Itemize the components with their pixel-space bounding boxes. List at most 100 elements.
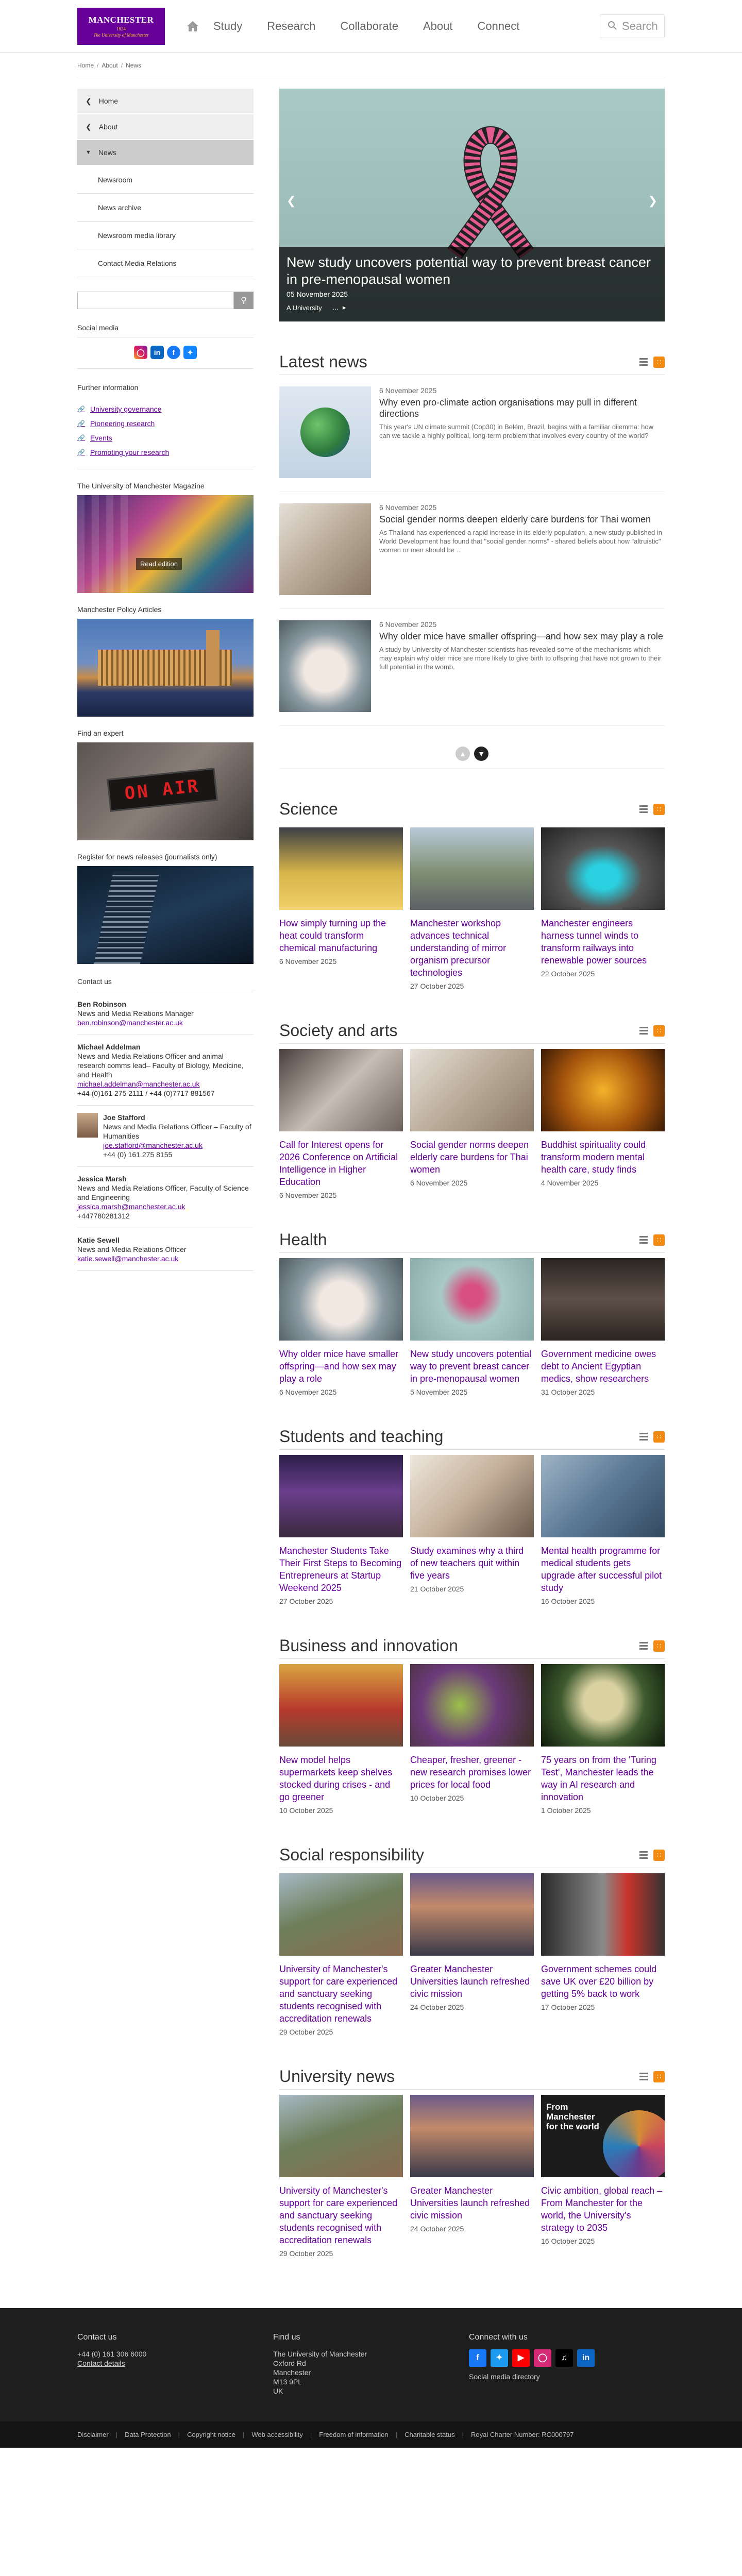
- hero-title[interactable]: New study uncovers potential way to prev…: [286, 254, 657, 288]
- hero-carousel[interactable]: ❮ ❯ New study uncovers potential way to …: [279, 89, 665, 321]
- instagram-icon[interactable]: ◯: [134, 346, 147, 359]
- promo-register-releases[interactable]: Register for news releases (journalists …: [77, 853, 254, 964]
- sidebar-sub-contact-media[interactable]: Contact Media Relations: [77, 249, 254, 277]
- news-card[interactable]: Social gender norms deepen elderly care …: [410, 1049, 534, 1199]
- news-card[interactable]: How simply turning up the heat could tra…: [279, 827, 403, 990]
- university-logo[interactable]: MANCHESTER 1824 The University of Manche…: [77, 8, 165, 45]
- promo-policy-articles[interactable]: Manchester Policy Articles: [77, 605, 254, 717]
- news-card[interactable]: University of Manchester's support for c…: [279, 2095, 403, 2258]
- card-title[interactable]: 75 years on from the 'Turing Test', Manc…: [541, 1754, 665, 1803]
- rss-icon[interactable]: ∷: [653, 1431, 665, 1443]
- social-directory-link[interactable]: Social media directory: [469, 2372, 540, 2381]
- nav-about[interactable]: About: [423, 20, 453, 33]
- card-title[interactable]: University of Manchester's support for c…: [279, 2184, 403, 2246]
- bluesky-icon[interactable]: ✦: [183, 346, 197, 359]
- card-title[interactable]: New study uncovers potential way to prev…: [410, 1348, 534, 1385]
- rss-icon[interactable]: ∷: [653, 2071, 665, 2082]
- card-title[interactable]: Greater Manchester Universities launch r…: [410, 1963, 534, 2000]
- sidebar-search-input[interactable]: [77, 292, 234, 309]
- link-governance[interactable]: 🔗 University governance: [77, 402, 254, 416]
- promo-magazine[interactable]: The University of Manchester Magazine Re…: [77, 482, 254, 593]
- card-title[interactable]: Call for Interest opens for 2026 Confere…: [279, 1139, 403, 1188]
- sidebar-sub-newsroom[interactable]: Newsroom: [77, 166, 254, 194]
- news-card[interactable]: Manchester workshop advances technical u…: [410, 827, 534, 990]
- news-card[interactable]: Buddhist spirituality could transform mo…: [541, 1049, 665, 1199]
- sidebar-sub-news-archive[interactable]: News archive: [77, 194, 254, 222]
- list-icon[interactable]: [638, 357, 649, 368]
- news-card[interactable]: Cheaper, fresher, greener - new research…: [410, 1664, 534, 1815]
- linkedin-icon[interactable]: in: [577, 2349, 595, 2367]
- list-icon[interactable]: [638, 1431, 649, 1443]
- nav-connect[interactable]: Connect: [477, 20, 519, 33]
- rss-icon[interactable]: ∷: [653, 356, 665, 368]
- list-icon[interactable]: [638, 1025, 649, 1037]
- list-icon[interactable]: [638, 1234, 649, 1246]
- card-title[interactable]: Why older mice have smaller offspring—an…: [279, 1348, 403, 1385]
- footer-contact-link[interactable]: Contact details: [77, 2359, 125, 2367]
- card-title[interactable]: Greater Manchester Universities launch r…: [410, 2184, 534, 2222]
- youtube-icon[interactable]: ▶: [512, 2349, 530, 2367]
- subfooter-charitable[interactable]: Charitable status: [404, 2431, 455, 2438]
- news-card[interactable]: Study examines why a third of new teache…: [410, 1455, 534, 1605]
- twitter-icon[interactable]: ✦: [491, 2349, 508, 2367]
- news-card[interactable]: Why older mice have smaller offspring—an…: [279, 1258, 403, 1396]
- card-title[interactable]: University of Manchester's support for c…: [279, 1963, 403, 2025]
- news-card[interactable]: Call for Interest opens for 2026 Confere…: [279, 1049, 403, 1199]
- news-card[interactable]: Mental health programme for medical stud…: [541, 1455, 665, 1605]
- pager-down-icon[interactable]: ▼: [474, 747, 488, 761]
- carousel-dots[interactable]: … ▸: [332, 303, 346, 312]
- contact-email[interactable]: ben.robinson@manchester.ac.uk: [77, 1019, 183, 1027]
- card-title[interactable]: Cheaper, fresher, greener - new research…: [410, 1754, 534, 1791]
- card-title[interactable]: Government schemes could save UK over £2…: [541, 1963, 665, 2000]
- list-item[interactable]: 6 November 2025 Why older mice have smal…: [279, 609, 665, 726]
- news-card[interactable]: New model helps supermarkets keep shelve…: [279, 1664, 403, 1815]
- rss-icon[interactable]: ∷: [653, 1849, 665, 1861]
- news-card[interactable]: New study uncovers potential way to prev…: [410, 1258, 534, 1396]
- sidebar-search-button[interactable]: ⚲: [234, 292, 254, 309]
- rss-icon[interactable]: ∷: [653, 1234, 665, 1246]
- linkedin-icon[interactable]: in: [150, 346, 164, 359]
- list-icon[interactable]: [638, 1640, 649, 1652]
- carousel-prev-icon[interactable]: ❮: [286, 194, 296, 208]
- nav-study[interactable]: Study: [213, 20, 242, 33]
- news-card[interactable]: Government schemes could save UK over £2…: [541, 1873, 665, 2036]
- news-card[interactable]: 75 years on from the 'Turing Test', Manc…: [541, 1664, 665, 1815]
- search-button[interactable]: Search: [600, 14, 665, 38]
- card-title[interactable]: Manchester Students Take Their First Ste…: [279, 1545, 403, 1594]
- sidebar-item-about[interactable]: ❮ About: [77, 114, 254, 140]
- news-card[interactable]: Manchester engineers harness tunnel wind…: [541, 827, 665, 990]
- list-item[interactable]: 6 November 2025 Why even pro-climate act…: [279, 375, 665, 492]
- list-icon[interactable]: [638, 2071, 649, 2082]
- list-icon[interactable]: [638, 804, 649, 815]
- news-card[interactable]: Greater Manchester Universities launch r…: [410, 1873, 534, 2036]
- tiktok-icon[interactable]: ♫: [555, 2349, 573, 2367]
- subfooter-copyright[interactable]: Copyright notice: [187, 2431, 235, 2438]
- carousel-next-icon[interactable]: ❯: [648, 194, 657, 208]
- news-card[interactable]: From Manchester for the world Civic ambi…: [541, 2095, 665, 2258]
- contact-email[interactable]: jessica.marsh@manchester.ac.uk: [77, 1202, 185, 1211]
- card-title[interactable]: Buddhist spirituality could transform mo…: [541, 1139, 665, 1176]
- sidebar-item-news[interactable]: ▼ News: [77, 140, 254, 166]
- card-title[interactable]: Government medicine owes debt to Ancient…: [541, 1348, 665, 1385]
- link-events[interactable]: 🔗 Events: [77, 431, 254, 445]
- news-title[interactable]: Why older mice have smaller offspring—an…: [379, 631, 665, 642]
- nav-research[interactable]: Research: [267, 20, 315, 33]
- card-title[interactable]: How simply turning up the heat could tra…: [279, 917, 403, 954]
- home-icon[interactable]: [185, 19, 200, 33]
- sidebar-sub-media-library[interactable]: Newsroom media library: [77, 222, 254, 249]
- news-title[interactable]: Why even pro-climate action organisation…: [379, 397, 665, 419]
- promo-find-expert[interactable]: Find an expert ON AIR: [77, 729, 254, 840]
- card-title[interactable]: New model helps supermarkets keep shelve…: [279, 1754, 403, 1803]
- card-title[interactable]: Manchester engineers harness tunnel wind…: [541, 917, 665, 967]
- subfooter-disclaimer[interactable]: Disclaimer: [77, 2431, 109, 2438]
- contact-email[interactable]: joe.stafford@manchester.ac.uk: [103, 1141, 203, 1149]
- news-card[interactable]: University of Manchester's support for c…: [279, 1873, 403, 2036]
- facebook-icon[interactable]: f: [167, 346, 180, 359]
- link-pioneering-research[interactable]: 🔗 Pioneering research: [77, 416, 254, 431]
- rss-icon[interactable]: ∷: [653, 1640, 665, 1652]
- news-card[interactable]: Greater Manchester Universities launch r…: [410, 2095, 534, 2258]
- contact-email[interactable]: katie.sewell@manchester.ac.uk: [77, 1255, 178, 1263]
- subfooter-accessibility[interactable]: Web accessibility: [251, 2431, 302, 2438]
- subfooter-data-protection[interactable]: Data Protection: [125, 2431, 171, 2438]
- instagram-icon[interactable]: ◯: [534, 2349, 551, 2367]
